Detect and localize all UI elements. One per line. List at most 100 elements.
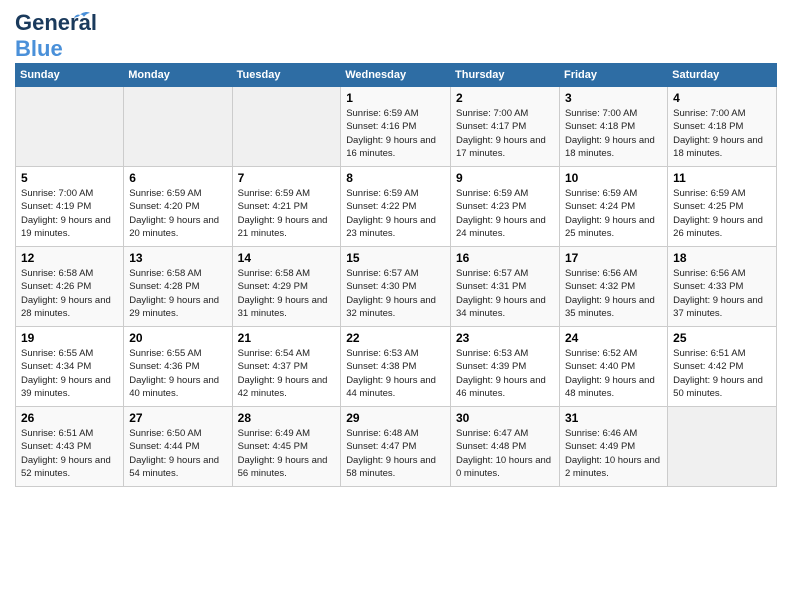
sunset-label: Sunset: 4:18 PM xyxy=(565,121,635,132)
daylight-label: Daylight: 9 hours and 48 minutes. xyxy=(565,375,655,399)
daylight-label: Daylight: 9 hours and 32 minutes. xyxy=(346,295,436,319)
calendar-cell: 5 Sunrise: 7:00 AM Sunset: 4:19 PM Dayli… xyxy=(16,167,124,247)
daylight-label: Daylight: 9 hours and 24 minutes. xyxy=(456,215,546,239)
daylight-label: Daylight: 9 hours and 50 minutes. xyxy=(673,375,763,399)
day-number: 16 xyxy=(456,251,554,265)
day-info: Sunrise: 6:53 AM Sunset: 4:39 PM Dayligh… xyxy=(456,347,554,400)
sunset-label: Sunset: 4:33 PM xyxy=(673,281,743,292)
day-number: 19 xyxy=(21,331,118,345)
sunrise-label: Sunrise: 6:55 AM xyxy=(21,348,93,359)
day-number: 20 xyxy=(129,331,226,345)
daylight-label: Daylight: 9 hours and 20 minutes. xyxy=(129,215,219,239)
daylight-label: Daylight: 9 hours and 25 minutes. xyxy=(565,215,655,239)
weekday-header-tuesday: Tuesday xyxy=(232,64,341,87)
daylight-label: Daylight: 10 hours and 2 minutes. xyxy=(565,455,660,479)
day-info: Sunrise: 7:00 AM Sunset: 4:18 PM Dayligh… xyxy=(565,107,662,160)
calendar-cell: 6 Sunrise: 6:59 AM Sunset: 4:20 PM Dayli… xyxy=(124,167,232,247)
day-number: 26 xyxy=(21,411,118,425)
daylight-label: Daylight: 9 hours and 21 minutes. xyxy=(238,215,328,239)
daylight-label: Daylight: 9 hours and 29 minutes. xyxy=(129,295,219,319)
calendar-cell xyxy=(124,87,232,167)
sunrise-label: Sunrise: 6:47 AM xyxy=(456,428,528,439)
sunset-label: Sunset: 4:32 PM xyxy=(565,281,635,292)
daylight-label: Daylight: 9 hours and 44 minutes. xyxy=(346,375,436,399)
calendar-cell: 9 Sunrise: 6:59 AM Sunset: 4:23 PM Dayli… xyxy=(451,167,560,247)
sunrise-label: Sunrise: 6:59 AM xyxy=(565,188,637,199)
calendar-cell: 29 Sunrise: 6:48 AM Sunset: 4:47 PM Dayl… xyxy=(341,407,451,487)
calendar-cell xyxy=(668,407,777,487)
day-number: 21 xyxy=(238,331,336,345)
calendar-cell: 2 Sunrise: 7:00 AM Sunset: 4:17 PM Dayli… xyxy=(451,87,560,167)
weekday-header-monday: Monday xyxy=(124,64,232,87)
day-info: Sunrise: 6:54 AM Sunset: 4:37 PM Dayligh… xyxy=(238,347,336,400)
sunset-label: Sunset: 4:34 PM xyxy=(21,361,91,372)
day-info: Sunrise: 7:00 AM Sunset: 4:18 PM Dayligh… xyxy=(673,107,771,160)
day-number: 10 xyxy=(565,171,662,185)
header: General Blue xyxy=(15,10,777,55)
day-info: Sunrise: 6:57 AM Sunset: 4:30 PM Dayligh… xyxy=(346,267,445,320)
sunset-label: Sunset: 4:37 PM xyxy=(238,361,308,372)
day-info: Sunrise: 6:46 AM Sunset: 4:49 PM Dayligh… xyxy=(565,427,662,480)
calendar-cell: 3 Sunrise: 7:00 AM Sunset: 4:18 PM Dayli… xyxy=(559,87,667,167)
day-number: 30 xyxy=(456,411,554,425)
sunrise-label: Sunrise: 6:59 AM xyxy=(456,188,528,199)
sunset-label: Sunset: 4:19 PM xyxy=(21,201,91,212)
daylight-label: Daylight: 9 hours and 46 minutes. xyxy=(456,375,546,399)
sunset-label: Sunset: 4:26 PM xyxy=(21,281,91,292)
day-number: 13 xyxy=(129,251,226,265)
day-number: 28 xyxy=(238,411,336,425)
calendar-cell: 8 Sunrise: 6:59 AM Sunset: 4:22 PM Dayli… xyxy=(341,167,451,247)
weekday-header-row: SundayMondayTuesdayWednesdayThursdayFrid… xyxy=(16,64,777,87)
day-info: Sunrise: 6:48 AM Sunset: 4:47 PM Dayligh… xyxy=(346,427,445,480)
calendar-cell: 30 Sunrise: 6:47 AM Sunset: 4:48 PM Dayl… xyxy=(451,407,560,487)
day-number: 11 xyxy=(673,171,771,185)
calendar-cell: 11 Sunrise: 6:59 AM Sunset: 4:25 PM Dayl… xyxy=(668,167,777,247)
calendar-cell: 21 Sunrise: 6:54 AM Sunset: 4:37 PM Dayl… xyxy=(232,327,341,407)
sunrise-label: Sunrise: 6:52 AM xyxy=(565,348,637,359)
daylight-label: Daylight: 9 hours and 17 minutes. xyxy=(456,135,546,159)
day-number: 6 xyxy=(129,171,226,185)
daylight-label: Daylight: 10 hours and 0 minutes. xyxy=(456,455,551,479)
day-number: 29 xyxy=(346,411,445,425)
sunrise-label: Sunrise: 6:57 AM xyxy=(346,268,418,279)
day-info: Sunrise: 7:00 AM Sunset: 4:17 PM Dayligh… xyxy=(456,107,554,160)
sunset-label: Sunset: 4:44 PM xyxy=(129,441,199,452)
sunset-label: Sunset: 4:47 PM xyxy=(346,441,416,452)
sunset-label: Sunset: 4:30 PM xyxy=(346,281,416,292)
day-number: 18 xyxy=(673,251,771,265)
calendar-cell: 12 Sunrise: 6:58 AM Sunset: 4:26 PM Dayl… xyxy=(16,247,124,327)
day-number: 27 xyxy=(129,411,226,425)
calendar-cell: 22 Sunrise: 6:53 AM Sunset: 4:38 PM Dayl… xyxy=(341,327,451,407)
day-number: 14 xyxy=(238,251,336,265)
calendar-cell xyxy=(16,87,124,167)
day-info: Sunrise: 6:59 AM Sunset: 4:24 PM Dayligh… xyxy=(565,187,662,240)
sunrise-label: Sunrise: 6:56 AM xyxy=(565,268,637,279)
day-info: Sunrise: 6:51 AM Sunset: 4:43 PM Dayligh… xyxy=(21,427,118,480)
day-info: Sunrise: 7:00 AM Sunset: 4:19 PM Dayligh… xyxy=(21,187,118,240)
sunset-label: Sunset: 4:23 PM xyxy=(456,201,526,212)
weekday-header-friday: Friday xyxy=(559,64,667,87)
sunset-label: Sunset: 4:16 PM xyxy=(346,121,416,132)
sunset-label: Sunset: 4:17 PM xyxy=(456,121,526,132)
sunset-label: Sunset: 4:42 PM xyxy=(673,361,743,372)
daylight-label: Daylight: 9 hours and 16 minutes. xyxy=(346,135,436,159)
page: General Blue SundayMondayTuesdayWednesda… xyxy=(0,0,792,612)
weekday-header-wednesday: Wednesday xyxy=(341,64,451,87)
day-number: 22 xyxy=(346,331,445,345)
sunrise-label: Sunrise: 7:00 AM xyxy=(21,188,93,199)
daylight-label: Daylight: 9 hours and 42 minutes. xyxy=(238,375,328,399)
day-number: 7 xyxy=(238,171,336,185)
day-info: Sunrise: 6:59 AM Sunset: 4:16 PM Dayligh… xyxy=(346,107,445,160)
calendar-cell: 14 Sunrise: 6:58 AM Sunset: 4:29 PM Dayl… xyxy=(232,247,341,327)
sunrise-label: Sunrise: 7:00 AM xyxy=(456,108,528,119)
calendar-cell: 15 Sunrise: 6:57 AM Sunset: 4:30 PM Dayl… xyxy=(341,247,451,327)
day-number: 5 xyxy=(21,171,118,185)
daylight-label: Daylight: 9 hours and 18 minutes. xyxy=(565,135,655,159)
calendar-cell: 7 Sunrise: 6:59 AM Sunset: 4:21 PM Dayli… xyxy=(232,167,341,247)
day-info: Sunrise: 6:59 AM Sunset: 4:20 PM Dayligh… xyxy=(129,187,226,240)
sunrise-label: Sunrise: 6:46 AM xyxy=(565,428,637,439)
sunrise-label: Sunrise: 6:59 AM xyxy=(129,188,201,199)
daylight-label: Daylight: 9 hours and 52 minutes. xyxy=(21,455,111,479)
daylight-label: Daylight: 9 hours and 28 minutes. xyxy=(21,295,111,319)
day-number: 2 xyxy=(456,91,554,105)
